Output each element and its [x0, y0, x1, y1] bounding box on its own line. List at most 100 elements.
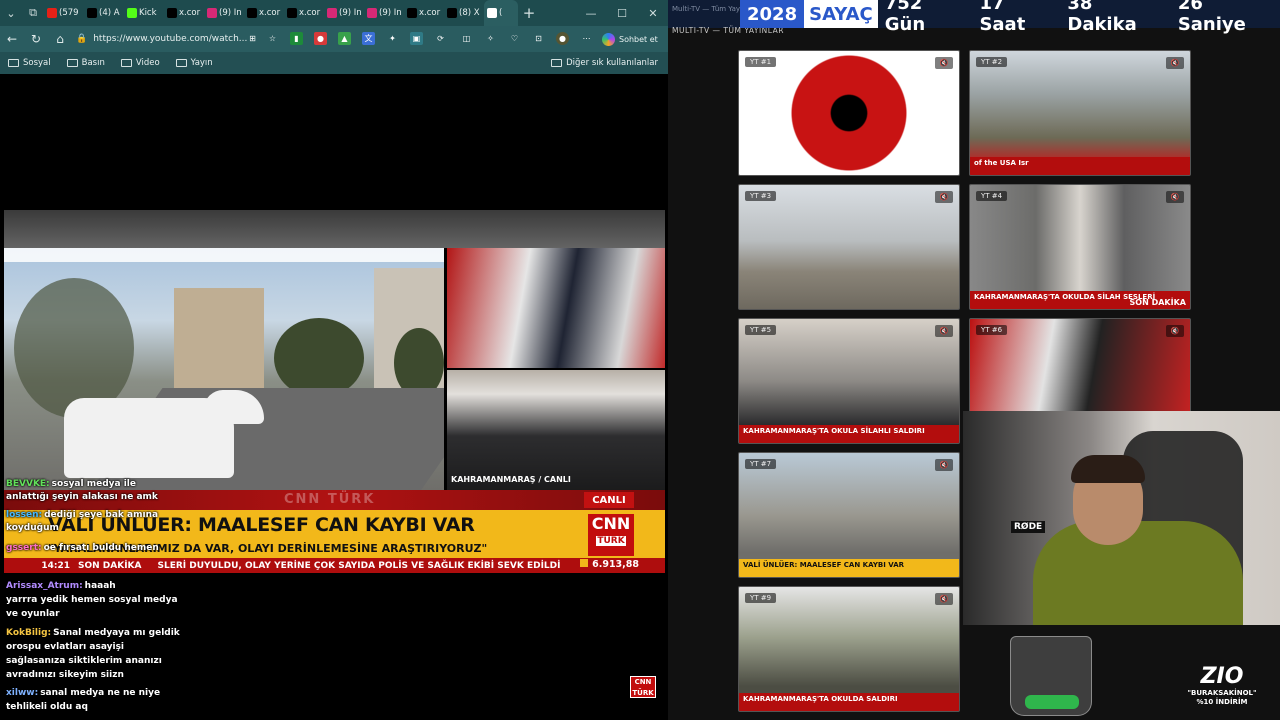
split-screen-icon[interactable]: ◫ [460, 32, 473, 45]
extension-puzzle-icon[interactable]: ✦ [386, 32, 399, 45]
tab-1[interactable]: (4) A [84, 0, 124, 26]
tab-3[interactable]: x.cor [164, 0, 204, 26]
tile-tag: YT #1 [745, 57, 777, 67]
chat-text: yarrra yedik hemen sosyal medya [6, 595, 178, 605]
chat-username: BEVVKE: [6, 479, 50, 489]
ticker-label: SON DAKİKA [78, 560, 142, 571]
refresh-button[interactable]: ↻ [24, 27, 48, 51]
ticker-text: SLERİ DUYULDU, OLAY YERİNE ÇOK SAYIDA PO… [157, 560, 561, 571]
cnn-corner-bug: CNN TÜRK [630, 676, 656, 698]
url-field[interactable]: 🔒 https://www.youtube.com/watch... [76, 29, 266, 49]
extension-red-icon[interactable]: ● [314, 32, 327, 45]
close-window-button[interactable]: ✕ [638, 0, 668, 26]
x-icon [407, 8, 417, 18]
stream-tile: YT #7 🔇 VALİ ÜNLÜER: MAALESEF CAN KAYBI VA… [738, 452, 960, 578]
x-icon [287, 8, 297, 18]
app-available-icon[interactable]: ⊞ [246, 32, 259, 45]
favorites-icon[interactable]: ✧ [484, 32, 497, 45]
countdown-counter: 2028 SAYAÇ 752 Gün 17 Saat 38 Dakika 26 … [740, 0, 1280, 35]
tab-label: (8) X [459, 8, 480, 18]
screenshot-icon[interactable]: ⊡ [532, 32, 545, 45]
collections-icon[interactable]: ♡ [508, 32, 521, 45]
bookmark-1[interactable]: Basın [66, 58, 105, 68]
tab-actions-chevron-icon[interactable]: ⌄ [0, 2, 22, 24]
maximize-button[interactable]: ☐ [607, 0, 637, 26]
tile-tag: YT #7 [745, 459, 777, 469]
extension-box-icon[interactable]: ▣ [410, 32, 423, 45]
x-icon [87, 8, 97, 18]
chat-username: xilww: [6, 688, 39, 698]
bookmarks-bar: Sosyal Basın Video Yayın Diğer sık kullanıl… [0, 52, 668, 74]
bookmark-3[interactable]: Yayın [175, 58, 213, 68]
stream-tile: YT #2 🔇 of the USA Isr [969, 50, 1191, 176]
chat-message: yarrra yedik hemen sosyal medya [6, 594, 178, 607]
mute-icon[interactable]: 🔇 [1166, 57, 1184, 69]
sponsor-block: ZIO "BURAKSAKİNOL" %10 İNDİRİM [1170, 664, 1274, 707]
mute-icon[interactable]: 🔇 [935, 593, 953, 605]
bookmark-2[interactable]: Video [120, 58, 160, 68]
copilot-button[interactable]: Sohbet et [602, 30, 664, 48]
refresh-extension-icon[interactable]: ⟳ [434, 32, 447, 45]
counter-hours: 17 Saat [979, 0, 1026, 35]
tab-label: x.cor [419, 8, 441, 18]
more-menu-icon[interactable]: ⋯ [580, 32, 593, 45]
live-feed-caption: KAHRAMANMARAŞ / CANLI [451, 475, 571, 484]
tab-label: x.cor [259, 8, 281, 18]
instagram-icon [207, 8, 217, 18]
extension-green-icon[interactable]: ▮ [290, 32, 303, 45]
video-player[interactable] [4, 76, 665, 210]
tile-tag: YT #2 [976, 57, 1008, 67]
chat-username: gssert: [6, 543, 42, 553]
chat-text: sosyal medya ile [51, 479, 136, 489]
tab-10[interactable]: (8) X [444, 0, 484, 26]
favorite-star-icon[interactable]: ☆ [266, 32, 279, 45]
tile-breaking-label: SON DAKİKA [1129, 298, 1186, 307]
new-tab-button[interactable]: + [518, 2, 540, 24]
profile-avatar[interactable]: ● [556, 32, 569, 45]
tab-5[interactable]: x.cor [244, 0, 284, 26]
x-icon [167, 8, 177, 18]
chat-text: oe fırsatı buldu hemen [43, 543, 159, 553]
chat-message: orospu evlatları asayişi [6, 641, 124, 654]
mute-icon[interactable]: 🔇 [935, 459, 953, 471]
tile-caption: VALİ ÜNLÜER: MAALESEF CAN KAYBI VAR [739, 559, 959, 577]
chat-text: ve oyunlar [6, 609, 60, 619]
live-badge: CANLI [584, 492, 634, 508]
tab-label: (9) In [339, 8, 362, 18]
tab-label: x.cor [299, 8, 321, 18]
mute-icon[interactable]: 🔇 [935, 325, 953, 337]
folder-icon [8, 59, 19, 67]
tab-7[interactable]: (9) In [324, 0, 364, 26]
minimize-button[interactable]: — [576, 0, 606, 26]
street-view-panel [4, 248, 444, 490]
tab-2[interactable]: Kick [124, 0, 164, 26]
tab-8[interactable]: (9) In [364, 0, 404, 26]
workspaces-icon[interactable]: ⧉ [22, 2, 44, 24]
mute-icon[interactable]: 🔇 [935, 57, 953, 69]
mute-icon[interactable]: 🔇 [935, 191, 953, 203]
home-button[interactable]: ⌂ [48, 27, 72, 51]
bookmark-other-favorites[interactable]: Diğer sık kullanılanlar [551, 52, 658, 74]
counter-seconds: 26 Saniye [1177, 0, 1246, 35]
tab-6[interactable]: x.cor [284, 0, 324, 26]
streamer-webcam [963, 411, 1280, 625]
copilot-icon [602, 32, 615, 46]
mute-icon[interactable]: 🔇 [1166, 191, 1184, 203]
youtube-icon [47, 8, 57, 18]
tab-11[interactable]: ( [484, 0, 518, 26]
chat-text: Sanal medyaya mı geldik [53, 628, 180, 638]
tab-9[interactable]: x.cor [404, 0, 444, 26]
tile-tag: YT #5 [745, 325, 777, 335]
back-button[interactable]: ← [0, 27, 24, 51]
x-icon [247, 8, 257, 18]
extension-chart-icon[interactable]: ▲ [338, 32, 351, 45]
lock-icon: 🔒 [76, 34, 88, 44]
mute-icon[interactable]: 🔇 [1166, 325, 1184, 337]
tab-label: (579 [59, 8, 79, 18]
bookmark-0[interactable]: Sosyal [8, 58, 51, 68]
translate-icon[interactable]: 文 [362, 32, 375, 45]
tab-4[interactable]: (9) In [204, 0, 244, 26]
tab-0[interactable]: (579 [44, 0, 84, 26]
chat-text: orospu evlatları asayişi [6, 642, 125, 652]
tab-label: (9) In [219, 8, 242, 18]
